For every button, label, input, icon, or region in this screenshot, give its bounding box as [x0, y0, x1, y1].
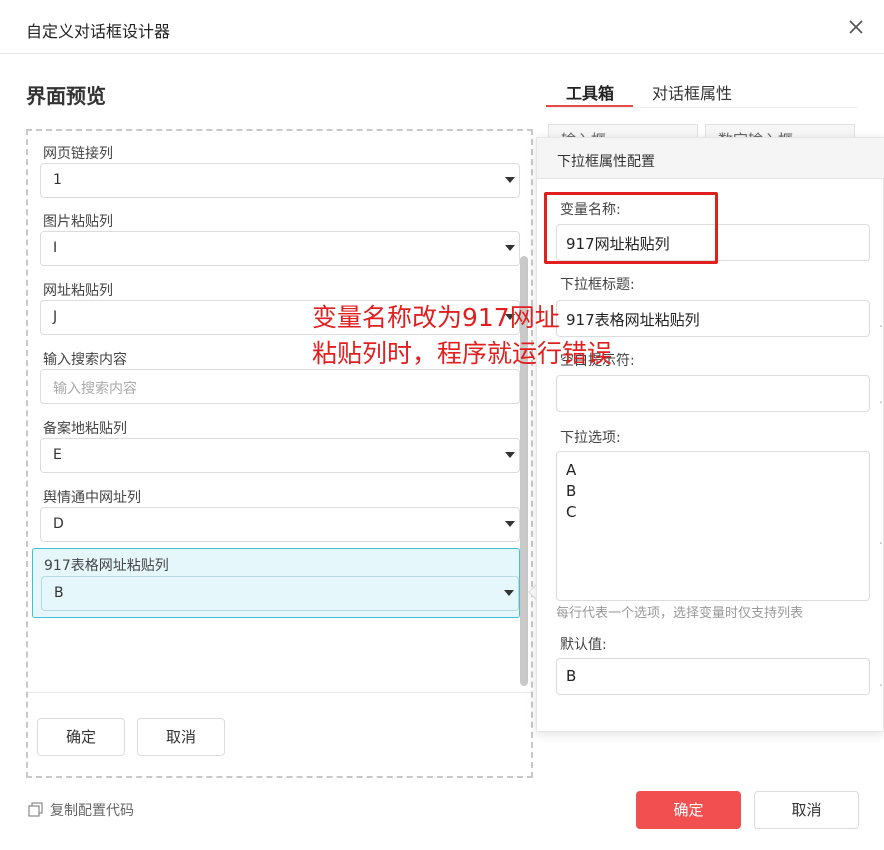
- edge-marker: .: [879, 392, 883, 406]
- copy-icon: [28, 802, 43, 817]
- footer-cancel-button[interactable]: 取消: [754, 791, 859, 829]
- preview-section-title: 界面预览: [26, 84, 106, 108]
- select-value: I: [53, 240, 58, 256]
- popover-header: 下拉框属性配置: [537, 138, 884, 179]
- select-value: 1: [53, 172, 62, 188]
- preview-field-record-paste[interactable]: 备案地粘贴列 E: [32, 406, 520, 476]
- select-value: E: [53, 447, 62, 463]
- preview-field-image-paste[interactable]: 图片粘贴列 I: [32, 199, 520, 269]
- annotation-text: 变量名称改为917网址 粘贴列时，程序就运行错误: [312, 300, 612, 372]
- caret-down-icon: [505, 521, 515, 527]
- edge-marker: .: [879, 533, 883, 547]
- select-box[interactable]: D: [40, 507, 520, 542]
- field-label: 图片粘贴列: [43, 214, 113, 230]
- placeholder-input[interactable]: [556, 375, 870, 412]
- field-label: 输入搜索内容: [43, 352, 127, 368]
- default-value-input[interactable]: B: [556, 658, 870, 695]
- caret-down-icon: [505, 177, 515, 183]
- tab-dialog-props[interactable]: 对话框属性: [652, 80, 732, 104]
- select-title-label: 下拉框标题:: [560, 277, 635, 293]
- options-label: 下拉选项:: [560, 430, 621, 446]
- copy-config-label: 复制配置代码: [50, 803, 134, 819]
- close-icon[interactable]: [847, 18, 865, 36]
- field-label: 备案地粘贴列: [43, 421, 127, 437]
- select-box[interactable]: B: [41, 576, 519, 611]
- annotation-line-1: 变量名称改为917网址: [312, 303, 560, 332]
- active-tab-indicator: [546, 105, 633, 107]
- options-hint: 每行代表一个选项，选择变量时仅支持列表: [556, 606, 804, 621]
- default-value-label: 默认值:: [560, 637, 607, 653]
- search-placeholder: 输入搜索内容: [53, 381, 137, 397]
- options-textarea[interactable]: A B C: [556, 451, 870, 601]
- field-label: 917表格网址粘贴列: [44, 558, 169, 574]
- preview-cancel-button[interactable]: 取消: [137, 718, 225, 756]
- option-line: C: [566, 503, 577, 521]
- option-line: A: [566, 461, 577, 479]
- select-box[interactable]: I: [40, 231, 520, 266]
- dialog-title-bar: 自定义对话框设计器: [0, 0, 884, 54]
- search-input[interactable]: 输入搜索内容: [40, 369, 520, 404]
- annotation-highlight-box: [544, 192, 718, 264]
- field-label: 网页链接列: [43, 146, 113, 162]
- option-line: B: [566, 482, 577, 500]
- field-label: 舆情通中网址列: [43, 490, 141, 506]
- footer-ok-button[interactable]: 确定: [636, 791, 741, 829]
- field-label: 网址粘贴列: [43, 283, 113, 299]
- dialog-window: 自定义对话框设计器 界面预览 工具箱 对话框属性 输入框 数字输入框 网页链接列…: [0, 0, 884, 850]
- select-box[interactable]: 1: [40, 163, 520, 198]
- preview-ok-button[interactable]: 确定: [37, 718, 125, 756]
- edge-marker: .: [879, 316, 883, 330]
- select-box[interactable]: E: [40, 438, 520, 473]
- select-value: D: [53, 516, 64, 532]
- tab-toolbox[interactable]: 工具箱: [566, 80, 614, 104]
- preview-field-917-url-paste[interactable]: 917表格网址粘贴列 B: [32, 548, 520, 618]
- caret-down-icon: [504, 590, 514, 596]
- dialog-title: 自定义对话框设计器: [26, 22, 171, 41]
- edge-marker: .: [879, 675, 883, 689]
- caret-down-icon: [505, 452, 515, 458]
- annotation-line-2: 粘贴列时，程序就运行错误: [312, 339, 613, 368]
- preview-field-sentiment-url[interactable]: 舆情通中网址列 D: [32, 475, 520, 545]
- right-tabs: 工具箱 对话框属性: [546, 74, 858, 108]
- select-value: B: [54, 585, 64, 601]
- caret-down-icon: [505, 245, 515, 251]
- popover-title: 下拉框属性配置: [557, 154, 655, 170]
- preview-field-web-link[interactable]: 网页链接列 1: [32, 131, 520, 201]
- preview-divider: [28, 692, 531, 693]
- select-value: J: [53, 309, 58, 325]
